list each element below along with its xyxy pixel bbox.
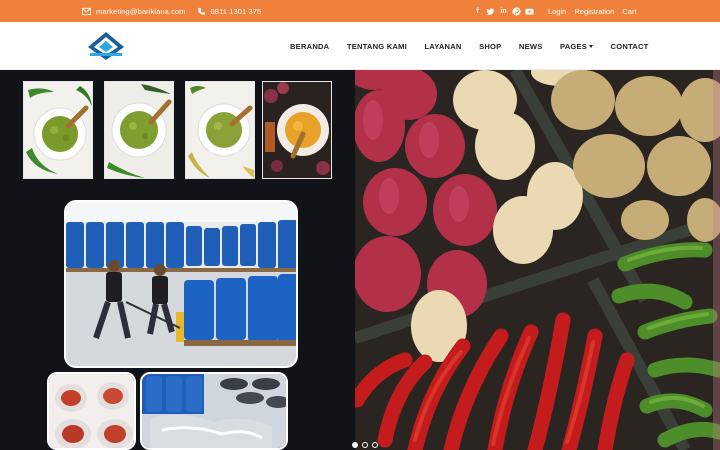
product-thumb-1[interactable] <box>23 81 93 179</box>
cart-link[interactable]: Cart <box>622 7 636 16</box>
login-link[interactable]: Login <box>548 7 566 16</box>
nav-tentang-kami[interactable]: TENTANG KAMI <box>347 42 407 51</box>
site-logo[interactable] <box>86 31 126 61</box>
twitter-icon[interactable] <box>486 7 495 16</box>
pinterest-icon[interactable] <box>512 6 521 16</box>
chevron-down-icon <box>589 45 594 48</box>
social-links: f in <box>473 0 538 22</box>
slider-dot-3[interactable] <box>372 442 378 448</box>
nav-pages-label: PAGES <box>560 41 588 51</box>
hero-slider <box>0 70 720 450</box>
phone-icon <box>197 7 205 15</box>
hero-left-collage <box>0 70 355 450</box>
product-thumb-3[interactable] <box>185 81 255 179</box>
slider-dot-2[interactable] <box>362 442 368 448</box>
phone-link[interactable]: 0811 1301 375 <box>211 7 262 16</box>
account-links: Login Registration Cart <box>548 0 645 22</box>
nav-pages[interactable]: PAGES <box>560 41 594 51</box>
slider-dots <box>352 442 382 448</box>
slider-dot-1[interactable] <box>352 442 358 448</box>
registration-link[interactable]: Registration <box>574 7 614 16</box>
nav-shop[interactable]: SHOP <box>479 42 501 51</box>
nav-contact[interactable]: CONTACT <box>611 42 649 51</box>
facebook-icon[interactable]: f <box>473 7 482 16</box>
email-link[interactable]: marketing@barikiana.com <box>96 7 186 16</box>
nav-news[interactable]: NEWS <box>519 42 543 51</box>
email-icon <box>82 7 91 15</box>
main-header: BERANDA TENTANG KAMI LAYANAN SHOP NEWS P… <box>0 22 720 70</box>
youtube-icon[interactable] <box>525 7 534 16</box>
top-contact: marketing@barikiana.com 0811 1301 375 <box>82 0 272 22</box>
linkedin-icon[interactable]: in <box>499 7 508 16</box>
nav-beranda[interactable]: BERANDA <box>290 42 329 51</box>
top-bar: marketing@barikiana.com 0811 1301 375 f … <box>0 0 720 22</box>
chili-packaging-photo <box>47 372 136 450</box>
drum-packaging-photo <box>140 372 288 450</box>
warehouse-photo <box>64 200 298 368</box>
main-nav: BERANDA TENTANG KAMI LAYANAN SHOP NEWS P… <box>290 22 666 70</box>
hero-produce-photo <box>355 70 720 450</box>
product-thumb-2[interactable] <box>104 81 174 179</box>
product-thumb-4[interactable] <box>262 81 332 179</box>
nav-layanan[interactable]: LAYANAN <box>424 42 461 51</box>
